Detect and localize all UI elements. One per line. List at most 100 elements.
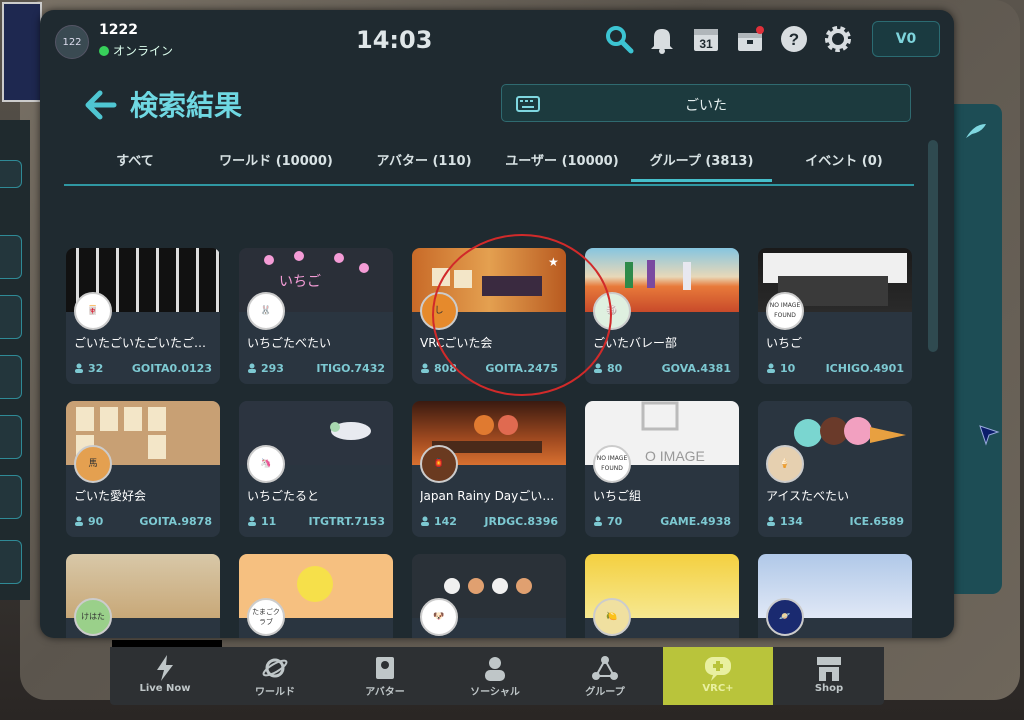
member-count-value: 142 <box>434 515 457 528</box>
group-icon: 🪐 <box>766 598 804 636</box>
group-icon: 🐶 <box>420 598 458 636</box>
member-count-value: 134 <box>780 515 803 528</box>
page-title: 検索結果 <box>130 89 243 122</box>
left-panel-button[interactable] <box>0 540 22 584</box>
background-image <box>2 2 42 102</box>
member-count-value: 90 <box>88 515 104 528</box>
group-icon: NO IMAGE FOUND <box>766 292 804 330</box>
person-icon <box>767 516 775 526</box>
tab-avatars[interactable]: アバター (110) <box>368 150 480 182</box>
group-code: ITIGO.7432 <box>316 362 385 375</box>
left-panel-button[interactable] <box>0 295 22 339</box>
group-name: いちごたべたい <box>247 336 332 350</box>
nav-shop[interactable]: Shop <box>774 647 884 705</box>
person-icon <box>248 363 256 373</box>
group-card[interactable]: 🍋 <box>585 554 739 638</box>
group-card[interactable]: 🏮 Japan Rainy Dayごいた部 142 JRDGC.8396 <box>412 401 566 537</box>
left-panel-button[interactable] <box>0 160 22 188</box>
tab-events[interactable]: イベント (0) <box>794 150 894 182</box>
group-card[interactable]: NO IMAGE FOUND いちご 10 ICHIGO.4901 <box>758 248 912 384</box>
nav-avatars[interactable]: アバター <box>330 647 440 705</box>
member-count: 90 <box>74 515 103 528</box>
currency-balance[interactable]: V0 <box>872 21 940 57</box>
person-icon <box>594 516 602 526</box>
scrollbar[interactable] <box>928 140 938 352</box>
group-card[interactable]: 🐶 <box>412 554 566 638</box>
svg-text:?: ? <box>789 30 799 49</box>
member-count: 134 <box>766 515 803 528</box>
calendar-icon[interactable]: 31 <box>689 22 723 56</box>
tab-groups[interactable]: グループ (3813) <box>631 150 772 182</box>
group-icon: 🍋 <box>593 598 631 636</box>
group-card[interactable]: いちご 🐰 いちごたべたい 293 ITIGO.7432 <box>239 248 393 384</box>
avatar[interactable]: 122 <box>55 25 89 59</box>
group-name: いちご組 <box>593 489 642 503</box>
bell-icon[interactable] <box>645 22 679 56</box>
group-code: GOITA.9878 <box>139 515 212 528</box>
left-panel-button[interactable] <box>0 475 22 519</box>
search-input[interactable]: ごいた <box>501 84 911 122</box>
people-icon <box>485 657 505 681</box>
left-panel-button[interactable] <box>0 235 22 279</box>
group-code: GAME.4938 <box>660 515 731 528</box>
group-icon: けはた <box>74 598 112 636</box>
group-name: ごいたごいたごいたごいたごいた <box>74 336 214 350</box>
left-panel-button[interactable] <box>0 415 22 459</box>
group-card[interactable]: けはた <box>66 554 220 638</box>
avatar-card-icon <box>376 657 394 679</box>
group-card[interactable]: 🍦 アイスたべたい 134 ICE.6589 <box>758 401 912 537</box>
nav-vrc-plus[interactable]: VRC+ <box>663 647 773 705</box>
group-icon: 🦄 <box>247 445 285 483</box>
back-arrow-icon[interactable] <box>84 88 118 122</box>
user-name: 1222 <box>99 22 138 38</box>
person-icon <box>75 516 83 526</box>
person-icon <box>421 516 429 526</box>
group-code: JRDGC.8396 <box>484 515 558 528</box>
nav-groups[interactable]: グループ <box>550 647 660 705</box>
tab-all[interactable]: すべて <box>110 150 160 182</box>
tab-users[interactable]: ユーザー (10000) <box>500 150 624 182</box>
group-card[interactable]: 馬 ごいた愛好会 90 GOITA.9878 <box>66 401 220 537</box>
gift-icon[interactable] <box>733 22 767 56</box>
group-card[interactable]: 🦄 いちごたると 11 ITGTRT.7153 <box>239 401 393 537</box>
left-side-panel <box>0 120 30 600</box>
group-card[interactable]: 🀄 ごいたごいたごいたごいたごいた 32 GOITA0.0123 <box>66 248 220 384</box>
clock: 14:03 <box>356 26 433 54</box>
feather-icon[interactable] <box>964 122 988 140</box>
member-count: 10 <box>766 362 795 375</box>
group-card[interactable]: たまごクラブ <box>239 554 393 638</box>
user-status-text: オンライン <box>113 44 174 58</box>
member-count: 808 <box>420 362 457 375</box>
nav-label: VRC+ <box>702 683 734 694</box>
tab-worlds[interactable]: ワールド (10000) <box>214 150 338 182</box>
top-bar: 122 1222 オンライン 14:03 31 ? V0 <box>40 10 954 70</box>
group-name: Japan Rainy Dayごいた部 <box>420 489 560 503</box>
nav-live-now[interactable]: Live Now <box>110 647 220 705</box>
person-icon <box>248 516 256 526</box>
search-icon[interactable] <box>602 22 636 56</box>
group-card[interactable]: O IMAGE NO IMAGE FOUND いちご組 70 GAME.4938 <box>585 401 739 537</box>
member-count-value: 808 <box>434 362 457 375</box>
group-code: GOITA.2475 <box>485 362 558 375</box>
group-card[interactable]: 🪐 <box>758 554 912 638</box>
nav-social[interactable]: ソーシャル <box>440 647 550 705</box>
member-count-value: 10 <box>780 362 796 375</box>
svg-text:いちご: いちご <box>279 274 321 290</box>
group-card[interactable]: 🏐 ごいたバレー部 80 GOVA.4381 <box>585 248 739 384</box>
group-icon: 🀄 <box>74 292 112 330</box>
nav-worlds[interactable]: ワールド <box>220 647 330 705</box>
group-network-icon <box>592 656 618 680</box>
cursor-pointer-icon <box>979 425 1000 446</box>
person-icon <box>594 363 602 373</box>
tab-bar: すべて ワールド (10000) アバター (110) ユーザー (10000)… <box>64 144 914 186</box>
member-count: 142 <box>420 515 457 528</box>
online-indicator <box>99 46 109 56</box>
gear-icon[interactable] <box>821 22 855 56</box>
help-icon[interactable]: ? <box>777 22 811 56</box>
group-card[interactable]: ★ し VRCごいた会 808 GOITA.2475 <box>412 248 566 384</box>
group-icon: 🍦 <box>766 445 804 483</box>
nav-label: Live Now <box>139 683 191 694</box>
left-panel-button[interactable] <box>0 355 22 399</box>
member-count: 293 <box>247 362 284 375</box>
group-icon: NO IMAGE FOUND <box>593 445 631 483</box>
